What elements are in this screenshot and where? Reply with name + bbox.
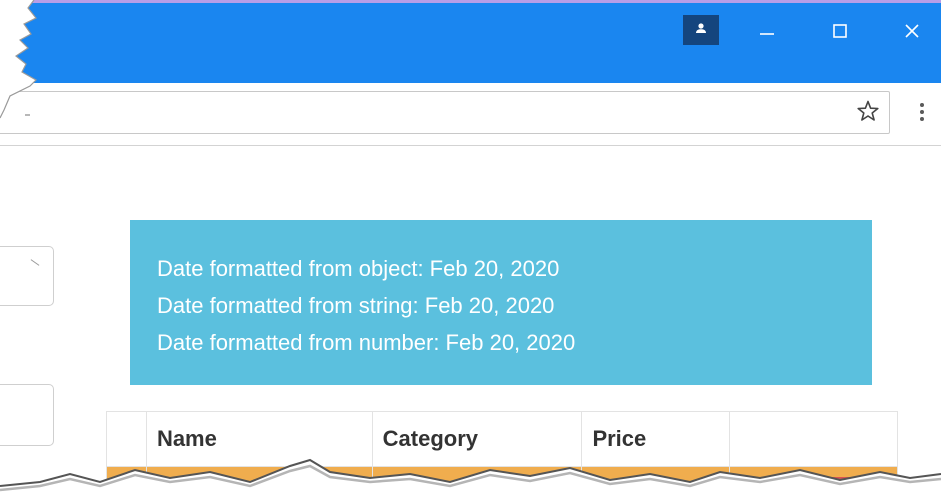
profile-icon	[696, 23, 706, 33]
browser-toolbar	[0, 83, 941, 146]
bookmark-button[interactable]	[856, 99, 882, 125]
maximize-button[interactable]	[820, 13, 860, 49]
close-icon	[905, 24, 919, 38]
profile-button[interactable]	[683, 15, 719, 45]
date-from-number-text: Date formatted from number: Feb 20, 2020	[157, 330, 576, 355]
browser-window: Date formatted from object: Feb 20, 2020…	[0, 0, 941, 502]
close-button[interactable]	[892, 13, 932, 49]
minimize-button[interactable]	[747, 13, 787, 49]
sidebar-form-control[interactable]	[0, 384, 54, 446]
more-vert-icon	[920, 103, 924, 107]
star-icon	[857, 100, 879, 121]
date-from-object-text: Date formatted from object: Feb 20, 2020	[157, 256, 560, 281]
title-bar	[0, 0, 941, 83]
date-info-panel: Date formatted from object: Feb 20, 2020…	[130, 220, 872, 385]
torn-edge-left	[0, 0, 37, 119]
address-bar[interactable]	[0, 91, 890, 134]
sidebar-form-control[interactable]	[0, 246, 54, 306]
torn-edge-bottom	[0, 458, 941, 502]
maximize-icon	[833, 24, 847, 38]
browser-menu-button[interactable]	[914, 99, 930, 125]
date-from-string-text: Date formatted from string: Feb 20, 2020	[157, 293, 555, 318]
minimize-icon	[760, 33, 774, 35]
